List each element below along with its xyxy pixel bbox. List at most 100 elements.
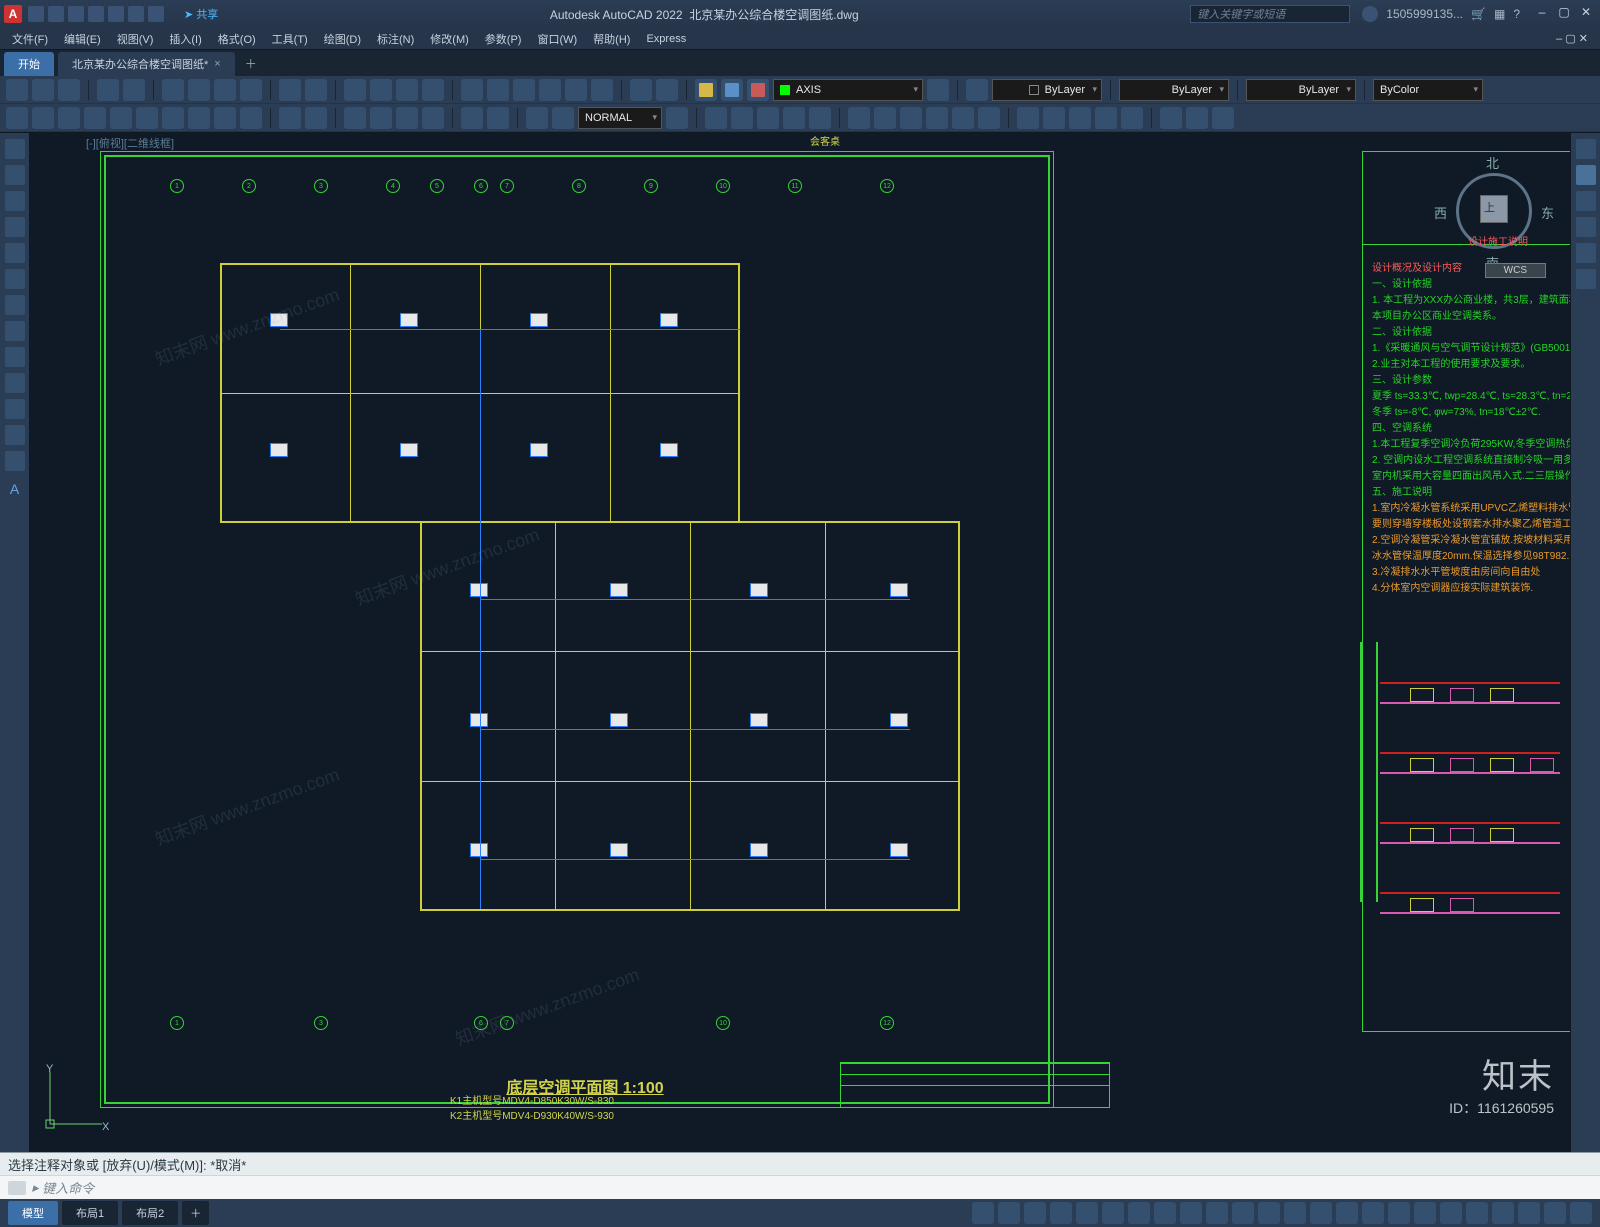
- menu-insert[interactable]: 插入(I): [163, 29, 207, 49]
- style-icon[interactable]: [526, 107, 548, 129]
- tool-preview-icon[interactable]: [123, 79, 145, 101]
- mod-erase-icon[interactable]: [705, 107, 727, 129]
- nav-full-icon[interactable]: [1576, 139, 1596, 159]
- tab-close-icon[interactable]: ×: [214, 58, 220, 70]
- tool-undo2-icon[interactable]: [279, 79, 301, 101]
- qat-undo-icon[interactable]: [128, 6, 144, 22]
- nav-show-icon[interactable]: [1576, 269, 1596, 289]
- tool-dc-icon[interactable]: [487, 79, 509, 101]
- dim-diam-icon[interactable]: [136, 107, 158, 129]
- wcs-label[interactable]: WCS: [1485, 263, 1546, 278]
- qat-save-icon[interactable]: [68, 6, 84, 22]
- dimstyle-dropdown[interactable]: NORMAL: [578, 107, 662, 129]
- account-area[interactable]: 1505999135... 🛒 ▦ ?: [1362, 6, 1520, 22]
- tool-ssm-icon[interactable]: [539, 79, 561, 101]
- tab-start[interactable]: 开始: [4, 52, 54, 76]
- text-tool-label[interactable]: A: [10, 481, 19, 497]
- layout-tab-add[interactable]: ＋: [182, 1201, 209, 1225]
- plotstyle-dropdown[interactable]: ByColor: [1373, 79, 1483, 101]
- menu-express[interactable]: Express: [640, 31, 692, 47]
- status-hw-icon[interactable]: [1518, 1202, 1540, 1224]
- minimize-button[interactable]: –: [1532, 5, 1552, 23]
- ucs-icon[interactable]: Y X: [42, 1064, 112, 1134]
- tool-pan-icon[interactable]: [344, 79, 366, 101]
- layout-tab-model[interactable]: 模型: [8, 1201, 58, 1225]
- tool-plot-icon[interactable]: [97, 79, 119, 101]
- status-ws-icon[interactable]: [1362, 1202, 1384, 1224]
- layer-freeze-icon[interactable]: [721, 79, 743, 101]
- linetype-dropdown[interactable]: ByLayer: [1119, 79, 1229, 101]
- draw-circle-icon[interactable]: [5, 191, 25, 211]
- status-qi-icon[interactable]: [1440, 1202, 1462, 1224]
- menu-draw[interactable]: 绘图(D): [318, 29, 367, 49]
- mod-stretch-icon[interactable]: [926, 107, 948, 129]
- share-button[interactable]: ➤ 共享: [184, 6, 218, 22]
- draw-poly-icon[interactable]: [5, 269, 25, 289]
- menu-param[interactable]: 参数(P): [479, 29, 528, 49]
- dim-ord-icon[interactable]: [84, 107, 106, 129]
- tool-cut-icon[interactable]: [162, 79, 184, 101]
- cart-icon[interactable]: 🛒: [1471, 7, 1486, 21]
- qat-saveas-icon[interactable]: [88, 6, 104, 22]
- mod-array-icon[interactable]: [809, 107, 831, 129]
- layer-prev-icon[interactable]: [966, 79, 988, 101]
- tool-block-icon[interactable]: [630, 79, 652, 101]
- dim-arc-icon[interactable]: [58, 107, 80, 129]
- layout-tab-1[interactable]: 布局1: [62, 1201, 118, 1225]
- menubar-min-icon[interactable]: – ▢ ✕: [1550, 30, 1594, 47]
- tool-save-icon[interactable]: [58, 79, 80, 101]
- draworder-icon[interactable]: [1160, 107, 1182, 129]
- nav-wheel-icon[interactable]: [1576, 165, 1596, 185]
- maximize-button[interactable]: ▢: [1554, 5, 1574, 23]
- tab-new-button[interactable]: ＋: [235, 51, 267, 76]
- update-icon[interactable]: [552, 107, 574, 129]
- status-am-icon[interactable]: [1388, 1202, 1410, 1224]
- help-search-input[interactable]: 键入关键字或短语: [1190, 5, 1350, 23]
- dim-break-icon[interactable]: [305, 107, 327, 129]
- tool-ref-icon[interactable]: [656, 79, 678, 101]
- draw-mtext-icon[interactable]: [5, 451, 25, 471]
- command-input[interactable]: ▸ 键入命令: [0, 1175, 1600, 1199]
- text-icon[interactable]: [1212, 107, 1234, 129]
- tool-zoomprev-icon[interactable]: [422, 79, 444, 101]
- mod-join-icon[interactable]: [1043, 107, 1065, 129]
- nav-orbit-icon[interactable]: [1576, 243, 1596, 263]
- dimstyle-mgr-icon[interactable]: [666, 107, 688, 129]
- status-snap-icon[interactable]: [1024, 1202, 1046, 1224]
- inspect-icon[interactable]: [396, 107, 418, 129]
- draw-point-icon[interactable]: [5, 373, 25, 393]
- mod-move-icon[interactable]: [848, 107, 870, 129]
- nav-pan-icon[interactable]: [1576, 191, 1596, 211]
- draw-block-icon[interactable]: [5, 399, 25, 419]
- mod-explode-icon[interactable]: [1121, 107, 1143, 129]
- status-ducs-icon[interactable]: [1180, 1202, 1202, 1224]
- dim-aligned-icon[interactable]: [32, 107, 54, 129]
- layout-tab-2[interactable]: 布局2: [122, 1201, 178, 1225]
- menu-format[interactable]: 格式(O): [212, 29, 262, 49]
- tool-zoomwin-icon[interactable]: [396, 79, 418, 101]
- layer-sun-icon[interactable]: [695, 79, 717, 101]
- status-osnap-icon[interactable]: [1102, 1202, 1124, 1224]
- menu-help[interactable]: 帮助(H): [587, 29, 636, 49]
- mod-fillet-icon[interactable]: [1095, 107, 1117, 129]
- dim-radius-icon[interactable]: [110, 107, 132, 129]
- qat-plot-icon[interactable]: [108, 6, 124, 22]
- mod-extend-icon[interactable]: [978, 107, 1000, 129]
- status-ann-icon[interactable]: [1336, 1202, 1358, 1224]
- status-sc-icon[interactable]: [1310, 1202, 1332, 1224]
- tool-match-icon[interactable]: [240, 79, 262, 101]
- center-icon[interactable]: [370, 107, 392, 129]
- mod-rotate-icon[interactable]: [874, 107, 896, 129]
- table-icon[interactable]: [1186, 107, 1208, 129]
- mod-copy-icon[interactable]: [731, 107, 753, 129]
- layer-color-dropdown[interactable]: ByLayer: [992, 79, 1102, 101]
- status-polar-icon[interactable]: [1076, 1202, 1098, 1224]
- draw-spline-icon[interactable]: [5, 321, 25, 341]
- qat-open-icon[interactable]: [48, 6, 64, 22]
- status-clean-icon[interactable]: [1544, 1202, 1566, 1224]
- edit-icon[interactable]: [461, 107, 483, 129]
- app-logo-icon[interactable]: A: [4, 5, 22, 23]
- menu-view[interactable]: 视图(V): [111, 29, 160, 49]
- tol-icon[interactable]: [344, 107, 366, 129]
- status-lwt-icon[interactable]: [1232, 1202, 1254, 1224]
